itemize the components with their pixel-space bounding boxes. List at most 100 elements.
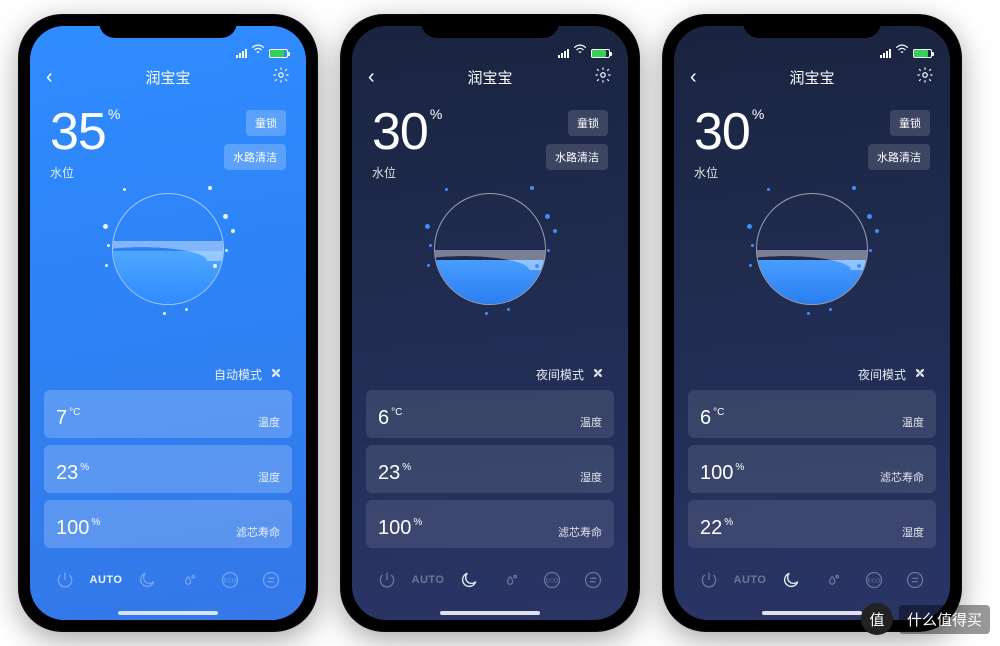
- nav-bar: ‹ 润宝宝: [352, 60, 628, 94]
- device-notch: [99, 14, 237, 38]
- stat-value: 23%: [378, 462, 411, 485]
- cellular-icon: [880, 49, 891, 58]
- settings-button[interactable]: [272, 66, 290, 88]
- home-indicator[interactable]: [118, 611, 218, 615]
- stat-label: 湿度: [902, 524, 924, 540]
- wifi-icon: [573, 44, 587, 58]
- night-mode-button[interactable]: [777, 566, 805, 594]
- stat-card[interactable]: 6°C 温度: [366, 390, 614, 438]
- mode-indicator: 夜间模式: [674, 309, 950, 390]
- water-orb: [756, 193, 868, 305]
- power-button[interactable]: [695, 566, 723, 594]
- cellular-icon: [236, 49, 247, 58]
- stat-label: 湿度: [258, 469, 280, 485]
- humidity-mode-button[interactable]: [175, 566, 203, 594]
- stat-card[interactable]: 6°C 温度: [688, 390, 936, 438]
- stat-card[interactable]: 100% 滤芯寿命: [366, 500, 614, 548]
- wifi-icon: [251, 44, 265, 58]
- cycle-mode-button[interactable]: [901, 566, 929, 594]
- cycle-mode-button[interactable]: [257, 566, 285, 594]
- mode-indicator: 自动模式: [30, 309, 306, 390]
- stat-value: 100%: [700, 462, 744, 485]
- cellular-icon: [558, 49, 569, 58]
- stat-card[interactable]: 100% 滤芯寿命: [44, 500, 292, 548]
- water-level-label: 水位: [372, 164, 442, 181]
- stat-card[interactable]: 7°C 温度: [44, 390, 292, 438]
- stat-card[interactable]: 23% 湿度: [366, 445, 614, 493]
- back-button[interactable]: ‹: [46, 67, 53, 87]
- eco-mode-button[interactable]: ECO: [860, 566, 888, 594]
- night-mode-button[interactable]: [455, 566, 483, 594]
- humidity-mode-button[interactable]: [819, 566, 847, 594]
- battery-icon: [913, 49, 932, 58]
- settings-button[interactable]: [594, 66, 612, 88]
- device-notch: [421, 14, 559, 38]
- back-button[interactable]: ‹: [690, 67, 697, 87]
- stat-value: 6°C: [378, 407, 402, 430]
- waterway-clean-button[interactable]: 水路清洁: [546, 144, 608, 170]
- eco-mode-button[interactable]: ECO: [538, 566, 566, 594]
- auto-mode-button[interactable]: AUTO: [736, 566, 764, 594]
- device-notch: [743, 14, 881, 38]
- child-lock-button[interactable]: 童锁: [568, 110, 608, 136]
- fan-icon: [590, 365, 606, 384]
- stat-label: 滤芯寿命: [880, 469, 924, 485]
- stat-card[interactable]: 23% 湿度: [44, 445, 292, 493]
- water-level-label: 水位: [694, 164, 764, 181]
- water-level-label: 水位: [50, 164, 120, 181]
- water-level-unit: %: [108, 106, 120, 122]
- humidity-mode-button[interactable]: [497, 566, 525, 594]
- watermark: 值 什么值得买: [861, 603, 990, 635]
- waterway-clean-button[interactable]: 水路清洁: [868, 144, 930, 170]
- stat-value: 7°C: [56, 407, 80, 430]
- power-button[interactable]: [373, 566, 401, 594]
- stat-label: 温度: [902, 414, 924, 430]
- night-mode-button[interactable]: [133, 566, 161, 594]
- stat-label: 滤芯寿命: [236, 524, 280, 540]
- page-title: 润宝宝: [145, 67, 190, 88]
- water-level-unit: %: [752, 106, 764, 122]
- water-orb: [112, 193, 224, 305]
- stat-value: 22%: [700, 517, 733, 540]
- phone-frame: ‹ 润宝宝 30% 水位 童锁 水路清洁: [340, 14, 640, 632]
- fan-icon: [912, 365, 928, 384]
- mode-toolbar: AUTO ECO: [30, 548, 306, 604]
- child-lock-button[interactable]: 童锁: [246, 110, 286, 136]
- auto-mode-button[interactable]: AUTO: [414, 566, 442, 594]
- water-level-unit: %: [430, 106, 442, 122]
- phone-frame: ‹ 润宝宝 35% 水位 童锁 水路清洁: [18, 14, 318, 632]
- nav-bar: ‹ 润宝宝: [30, 60, 306, 94]
- water-orb: [434, 193, 546, 305]
- water-level-readout: 30% 水位: [694, 106, 764, 181]
- stat-label: 温度: [580, 414, 602, 430]
- app-screen: ‹ 润宝宝 35% 水位 童锁 水路清洁: [30, 26, 306, 620]
- home-indicator[interactable]: [440, 611, 540, 615]
- stat-card[interactable]: 22% 湿度: [688, 500, 936, 548]
- stat-value: 100%: [56, 517, 100, 540]
- stat-value: 23%: [56, 462, 89, 485]
- back-button[interactable]: ‹: [368, 67, 375, 87]
- mode-toolbar: AUTO ECO: [674, 548, 950, 604]
- fan-icon: [268, 365, 284, 384]
- page-title: 润宝宝: [789, 67, 834, 88]
- stat-label: 湿度: [580, 469, 602, 485]
- nav-bar: ‹ 润宝宝: [674, 60, 950, 94]
- wifi-icon: [895, 44, 909, 58]
- mode-indicator: 夜间模式: [352, 309, 628, 390]
- watermark-text: 什么值得买: [899, 605, 990, 634]
- settings-button[interactable]: [916, 66, 934, 88]
- home-indicator[interactable]: [762, 611, 862, 615]
- stat-card[interactable]: 100% 滤芯寿命: [688, 445, 936, 493]
- stat-label: 温度: [258, 414, 280, 430]
- power-button[interactable]: [51, 566, 79, 594]
- cycle-mode-button[interactable]: [579, 566, 607, 594]
- stat-label: 滤芯寿命: [558, 524, 602, 540]
- auto-mode-button[interactable]: AUTO: [92, 566, 120, 594]
- app-screen: ‹ 润宝宝 30% 水位 童锁 水路清洁: [352, 26, 628, 620]
- svg-text:ECO: ECO: [224, 579, 237, 585]
- waterway-clean-button[interactable]: 水路清洁: [224, 144, 286, 170]
- watermark-badge: 值: [861, 603, 893, 635]
- child-lock-button[interactable]: 童锁: [890, 110, 930, 136]
- phone-frame: ‹ 润宝宝 30% 水位 童锁 水路清洁: [662, 14, 962, 632]
- eco-mode-button[interactable]: ECO: [216, 566, 244, 594]
